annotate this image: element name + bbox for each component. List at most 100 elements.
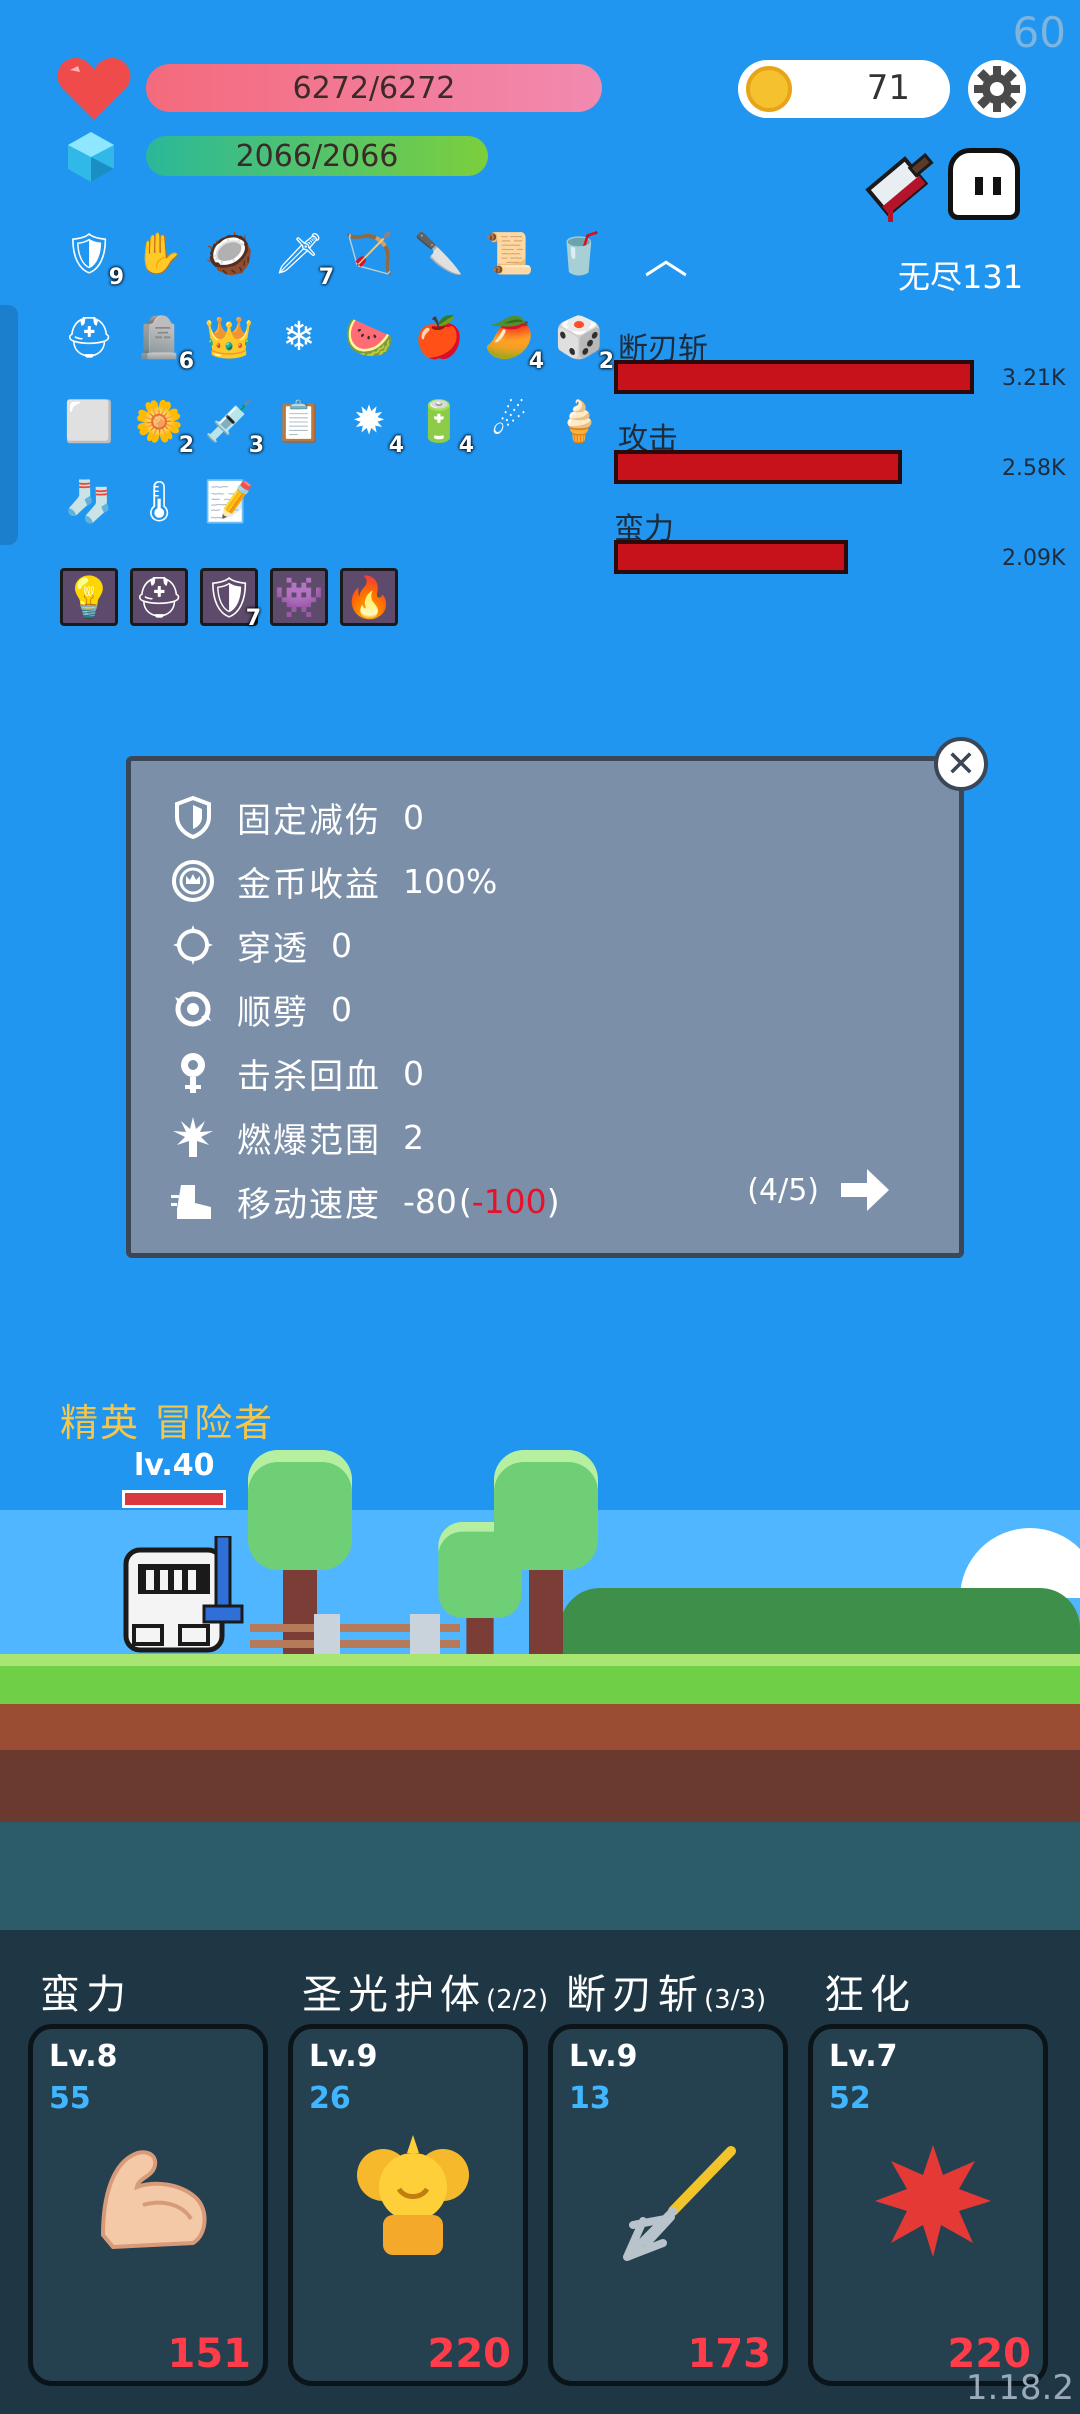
boot-icon (171, 1185, 211, 1219)
skill-card-brute-force[interactable]: Lv.8 55 151 (28, 2024, 268, 2386)
stat-label: 顺劈 (237, 992, 309, 1033)
skill-title: 狂化 (824, 1962, 916, 2020)
item-count: 7 (245, 606, 261, 631)
skill-card-blade-slash[interactable]: Lv.9 13 173 (548, 2024, 788, 2386)
side-drawer-tab[interactable] (0, 305, 18, 545)
bow-icon[interactable]: 🏹 (340, 224, 398, 282)
item-glyph: 📝 (204, 478, 254, 525)
item-glyph: 🥭 (484, 314, 534, 361)
dice-icon[interactable]: 🎲 2 (550, 308, 614, 375)
paren-close: ) (546, 1181, 560, 1221)
item-glyph: 💉 (204, 398, 254, 445)
health-text: 6272/6272 (292, 70, 456, 106)
tombstone-icon[interactable]: 🪦 6 (130, 308, 194, 375)
skill-stat: 26 (309, 2081, 351, 2116)
stat-value: 0 (331, 925, 352, 965)
damage-value: 2.09K (1002, 546, 1066, 571)
damage-stats: 断刃斩 3.21K 攻击 2.58K 蛮力 2.09K (612, 318, 1080, 598)
item-glyph: ⛑ (133, 574, 185, 621)
glove-icon[interactable]: ✋ (130, 224, 188, 282)
close-icon[interactable]: ✕ (934, 737, 988, 791)
helmet-tile-icon[interactable]: ⛑ (130, 568, 188, 626)
gear-icon[interactable] (966, 58, 1028, 120)
heart-icon (57, 58, 131, 120)
skill-stat: 13 (569, 2081, 611, 2116)
stat-value: 2 (403, 1117, 424, 1157)
face-tile-icon[interactable]: 👾 (270, 568, 328, 626)
ice-block-icon[interactable]: ⬜ (60, 392, 118, 450)
thermometer-icon[interactable]: 🌡 (130, 472, 188, 530)
durian-icon[interactable]: 🥭 4 (480, 308, 544, 375)
item-count: 3 (248, 433, 264, 458)
skill-card-holy-shield[interactable]: Lv.9 26 220 (288, 2024, 528, 2386)
watermelon-icon[interactable]: 🍉 (340, 308, 398, 366)
skill-title-text: 狂化 (824, 1972, 916, 2018)
rage-splat-icon (875, 2145, 991, 2257)
item-count: 4 (528, 349, 544, 374)
battery-icon[interactable]: 🔋 4 (410, 392, 474, 459)
stat-label: 移动速度 (237, 1184, 381, 1225)
skill-title-sub: (3/3) (704, 1985, 767, 2015)
character-level: lv.40 (134, 1448, 215, 1483)
stat-burst-range: 燃爆范围 2 (171, 1107, 424, 1167)
trident-icon (623, 2146, 736, 2261)
skill-level: Lv.8 (49, 2039, 118, 2074)
notepad-icon[interactable]: 📋 (270, 392, 328, 450)
ghost-icon[interactable] (948, 148, 1020, 220)
item-count: 2 (178, 433, 194, 458)
drink-icon[interactable]: 🥤 (550, 224, 608, 282)
syringe-icon[interactable]: 💉 3 (200, 392, 264, 459)
viking-helmet-icon[interactable]: ⛑ (60, 308, 118, 366)
item-glyph: 🥤 (554, 230, 604, 277)
lightbulb-tile-icon[interactable]: 💡 (60, 568, 118, 626)
spiked-ball-icon[interactable]: ✹ 4 (340, 392, 404, 458)
skill-stat: 55 (49, 2081, 91, 2116)
apple-icon[interactable]: 🍎 (410, 308, 468, 366)
coconut-icon[interactable]: 🥥 (200, 224, 258, 282)
stat-move-speed: 移动速度 -80 ( -100 ) (171, 1171, 560, 1231)
shield-icon[interactable]: 🛡 9 (60, 224, 124, 291)
bicep-icon (100, 2150, 207, 2250)
coin-crown-icon (172, 860, 214, 902)
stat-pierce: 穿透 0 (171, 915, 352, 975)
ice-cream-icon[interactable]: 🍦 (550, 392, 608, 450)
item-glyph: 🥥 (204, 230, 254, 277)
item-glyph: ⛑ (63, 314, 115, 361)
skill-card-berserk[interactable]: Lv.7 52 220 (808, 2024, 1048, 2386)
meteor-icon[interactable]: ☄ (480, 392, 538, 450)
coin-icon (746, 66, 792, 112)
next-arrow-icon[interactable] (837, 1165, 893, 1215)
mana-gem-icon (68, 132, 114, 182)
skill-title: 蛮力 (40, 1962, 132, 2020)
collapse-chevron-icon[interactable]: ︿ (644, 222, 688, 286)
pierce-icon (173, 925, 213, 965)
item-count: 9 (108, 265, 124, 290)
crown-icon[interactable]: 👑 (200, 308, 258, 366)
flower-icon[interactable]: 🌼 2 (130, 392, 194, 459)
version-label: 1.18.2 (965, 2368, 1074, 2408)
skill-cost: 151 (167, 2331, 252, 2377)
scroll-icon[interactable]: 📜 (480, 224, 538, 282)
item-glyph: 🧦 (64, 478, 114, 525)
tree (494, 1450, 598, 1670)
stat-value: 0 (403, 797, 424, 837)
fire-tile-icon[interactable]: 🔥 (340, 568, 398, 626)
snowflake-icon[interactable]: ❄ (270, 308, 328, 366)
sock-icon[interactable]: 🧦 (60, 472, 118, 530)
item-glyph: 🔪 (414, 230, 464, 277)
scene-hills (560, 1588, 1080, 1658)
shield-icon (175, 795, 211, 839)
knight-character (123, 1536, 244, 1653)
item-count: 6 (178, 349, 194, 374)
cleaver-icon[interactable] (860, 146, 942, 228)
chain-icon (175, 991, 211, 1027)
skill-stat: 52 (829, 2081, 871, 2116)
armor-tile-icon[interactable]: 🛡 7 (200, 568, 261, 631)
stat-label: 固定减伤 (237, 800, 381, 841)
sword-icon[interactable]: 🗡 7 (270, 224, 334, 291)
blade-icon[interactable]: 🔪 (410, 224, 468, 282)
endless-wave-label: 无尽131 (898, 258, 1024, 296)
item-glyph: 👑 (204, 314, 254, 361)
mana-bar: 2066/2066 (146, 136, 488, 176)
note-icon[interactable]: 📝 (200, 472, 258, 530)
